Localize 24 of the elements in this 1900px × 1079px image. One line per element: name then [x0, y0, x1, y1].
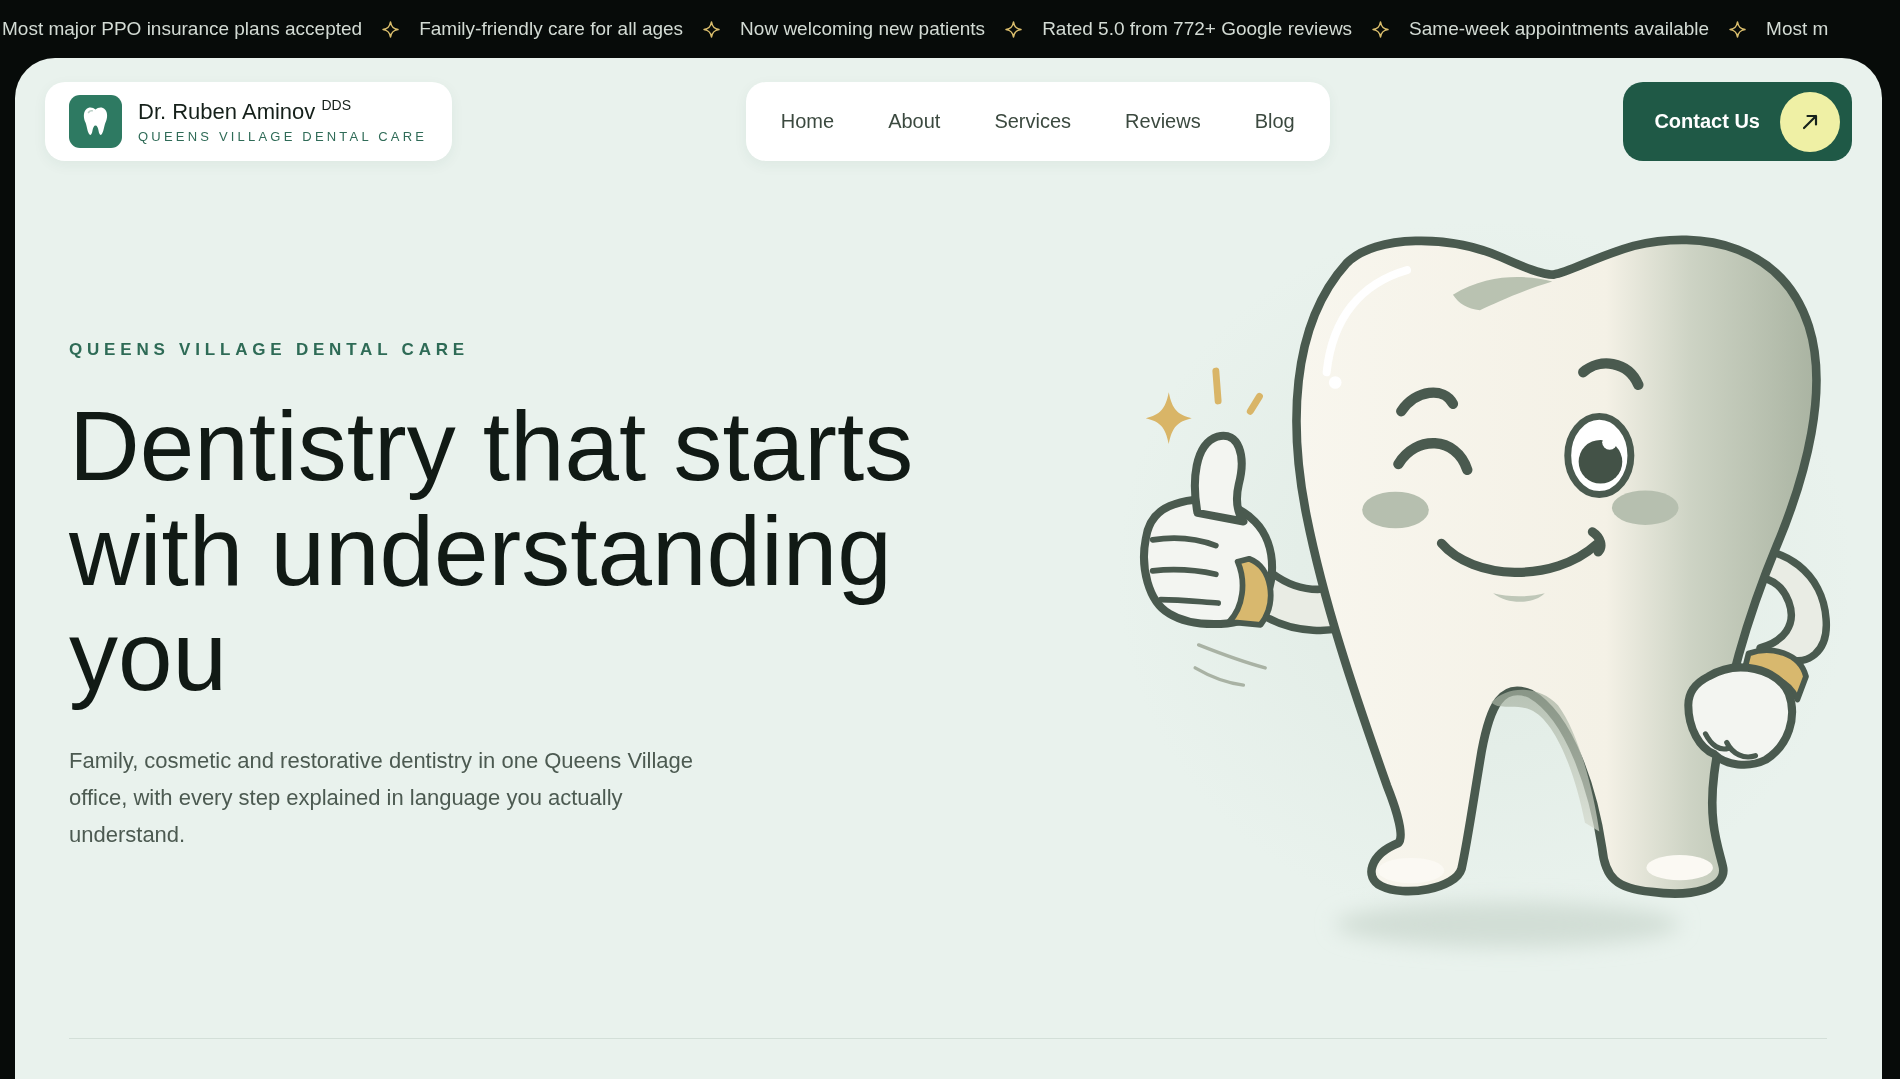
tooth-icon	[69, 95, 122, 148]
eyebrow-text: QUEENS VILLAGE DENTAL CARE	[69, 340, 470, 360]
logo-card[interactable]: Dr. Ruben Aminov $^{DDS}$ QUEENS VILLAGE DENTAL CARE	[45, 82, 453, 161]
announcement-text: Now welcoming new patients	[740, 18, 986, 40]
practice-tagline: QUEENS VILLAGE DENTAL CARE	[138, 128, 428, 145]
sparkle-icon	[382, 20, 400, 38]
contact-button[interactable]: Contact Us	[1623, 82, 1852, 161]
nav-link[interactable]: Services	[994, 110, 1072, 133]
announcement-text: Family-friendly care for all ages	[419, 18, 684, 40]
announcement-text: Most major PPO insurance plans accepted	[2, 18, 363, 40]
nav-link[interactable]: Home	[780, 110, 835, 133]
nav-link[interactable]: About	[888, 110, 941, 133]
sparkle-icon	[703, 20, 721, 38]
sparkle-icon	[1005, 20, 1023, 38]
sparkle-icon	[1729, 20, 1747, 38]
hero-intro: Family, cosmetic and restorative dentistry in one Queens Village office, with every step explained in language you actually understand.	[69, 747, 695, 849]
announcement-text: Rated 5.0 from 772+ Google reviews	[1042, 18, 1353, 40]
nav-link[interactable]: Blog	[1254, 110, 1295, 133]
announcement-text: Most m	[1766, 18, 1829, 40]
practice-name: Dr. Ruben Aminov $^{DDS}$	[138, 98, 352, 125]
sparkle-icon	[1372, 20, 1390, 38]
announcement-text: Same-week appointments available	[1409, 18, 1710, 40]
hero-headline: Dentistry that starts with understanding you	[69, 394, 915, 709]
nav-link[interactable]: Reviews	[1125, 110, 1201, 133]
